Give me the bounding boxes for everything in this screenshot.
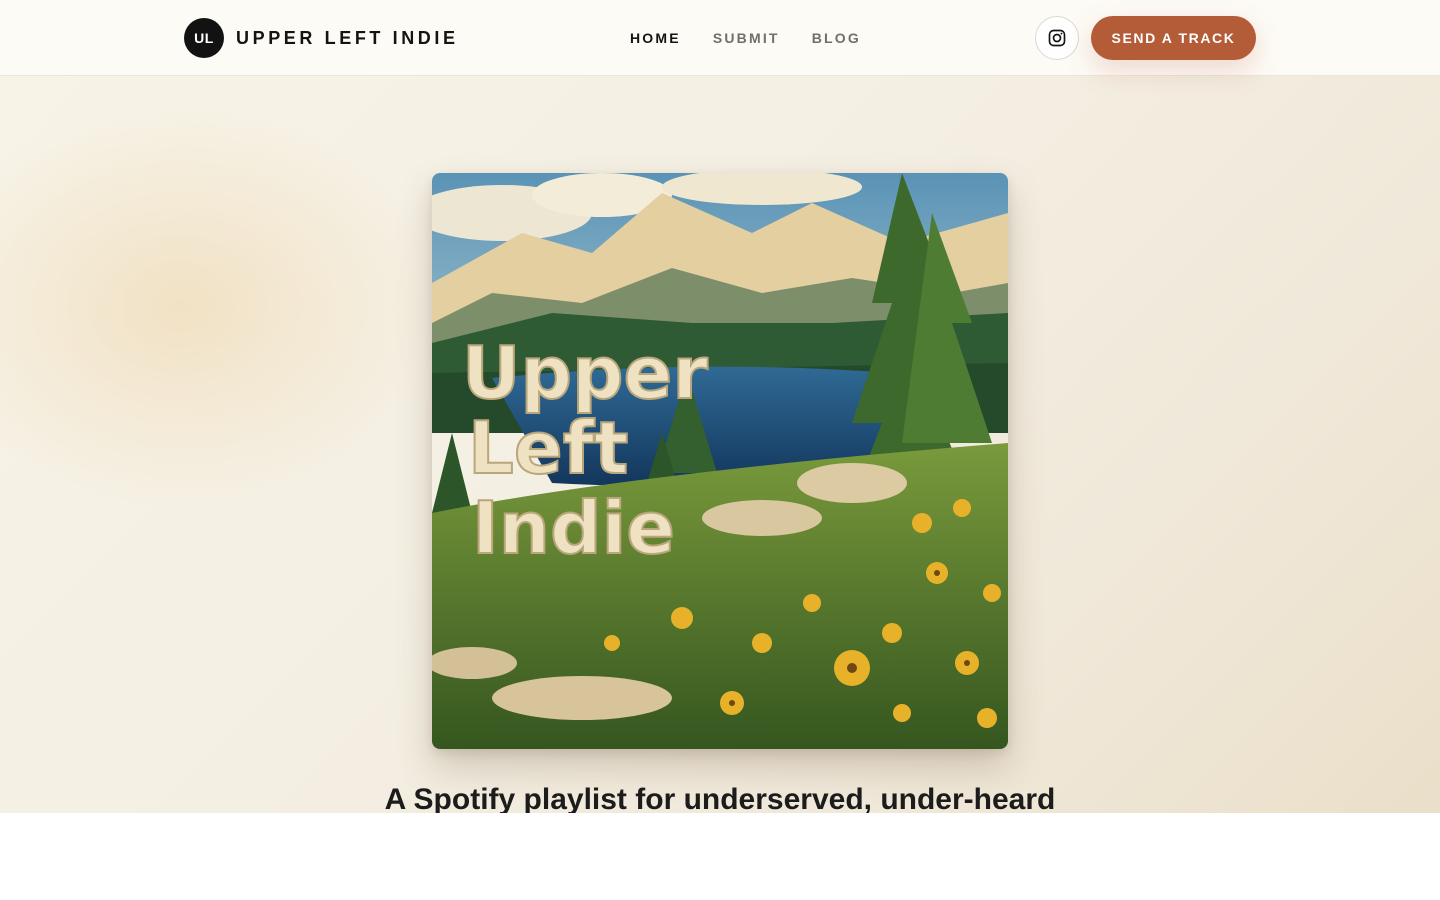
hero-section: Upper Left Indie A Spotify playlist for … bbox=[0, 76, 1440, 813]
nav-item-blog[interactable]: BLOG bbox=[812, 28, 861, 48]
brand-name: UPPER LEFT INDIE bbox=[236, 27, 459, 48]
cover-title-line-2: Left bbox=[468, 406, 628, 490]
main-nav: HOME SUBMIT BLOG bbox=[630, 28, 893, 48]
site-header: UL UPPER LEFT INDIE HOME SUBMIT BLOG SEN… bbox=[0, 0, 1440, 76]
brand-badge: UL bbox=[184, 18, 224, 58]
cover-title-line-3: Indie bbox=[472, 486, 675, 570]
cover-title-line-1: Upper bbox=[462, 331, 708, 415]
send-a-track-button[interactable]: SEND A TRACK bbox=[1091, 16, 1256, 60]
hero-headline: A Spotify playlist for underserved, unde… bbox=[384, 783, 1056, 813]
instagram-icon bbox=[1048, 29, 1066, 47]
cover-illustration: Upper Left Indie bbox=[432, 173, 1008, 749]
playlist-cover-art[interactable]: Upper Left Indie bbox=[432, 173, 1008, 749]
nav-item-submit[interactable]: SUBMIT bbox=[713, 28, 780, 48]
instagram-button[interactable] bbox=[1035, 16, 1079, 60]
nav-item-home[interactable]: HOME bbox=[630, 28, 681, 48]
brand-logo-link[interactable]: UL UPPER LEFT INDIE bbox=[184, 18, 459, 58]
